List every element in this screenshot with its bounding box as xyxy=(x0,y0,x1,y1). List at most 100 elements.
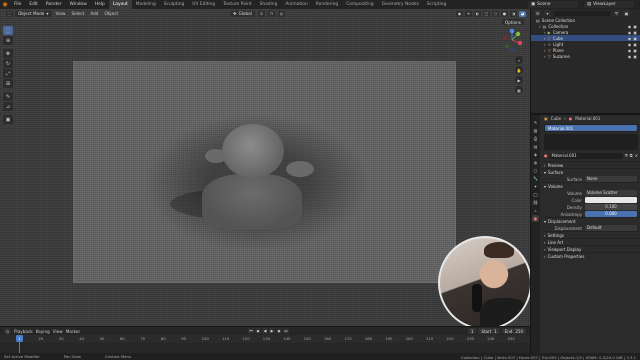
outliner-editor-type-icon[interactable]: ☰ xyxy=(534,10,541,16)
material-slot-item[interactable]: Material.001 xyxy=(545,125,637,131)
view-layer-tab-icon[interactable]: ▤ xyxy=(532,143,539,150)
color-swatch[interactable] xyxy=(585,196,637,203)
anisotropy-value[interactable]: 0.000 xyxy=(585,210,637,217)
section-line-art[interactable]: › Line Art xyxy=(541,238,640,245)
proportional-edit-icon[interactable]: ◎ xyxy=(277,10,285,17)
surface-value[interactable]: None xyxy=(585,175,637,182)
expand-chevron-icon[interactable]: › xyxy=(539,24,541,29)
material-browse-icon[interactable]: ● xyxy=(544,153,548,158)
expand-chevron-icon[interactable]: › xyxy=(544,42,546,47)
scale-tool-icon[interactable]: ⤢ xyxy=(3,69,13,78)
play-icon[interactable]: ▶ xyxy=(269,328,275,334)
object-tab-icon[interactable]: ▢ xyxy=(532,167,539,174)
xray-icon[interactable]: ▢ xyxy=(483,10,490,17)
modifier-tab-icon[interactable]: 🔧 xyxy=(532,175,539,182)
constraints-tab-icon[interactable]: ⛓ xyxy=(532,199,539,206)
menu-file[interactable]: File xyxy=(10,2,25,7)
menu-help[interactable]: Help xyxy=(91,2,109,7)
tab-layout[interactable]: Layout xyxy=(108,0,132,9)
pan-hand-icon[interactable]: ✋ xyxy=(515,66,523,74)
annotate-tool-icon[interactable]: ✎ xyxy=(3,92,13,101)
transform-tool-icon[interactable]: ⊞ xyxy=(3,79,13,88)
blender-logo-icon[interactable]: ◉ xyxy=(0,0,10,9)
move-tool-icon[interactable]: ✥ xyxy=(3,49,13,58)
render-camera-icon[interactable]: ▣ xyxy=(633,30,637,35)
options-dropdown[interactable]: Options xyxy=(501,19,524,25)
play-reverse-icon[interactable]: ◀ xyxy=(262,328,268,334)
displacement-value[interactable]: Default xyxy=(585,224,637,231)
shading-solid-icon[interactable]: ● xyxy=(501,10,508,17)
section-custom-properties[interactable]: › Custom Properties xyxy=(541,252,640,259)
material-tab-icon[interactable]: ● xyxy=(532,215,539,222)
viewport-menu-add[interactable]: Add xyxy=(88,11,100,16)
cursor-tool-icon[interactable]: ⊕ xyxy=(3,36,13,45)
particles-tab-icon[interactable]: ✦ xyxy=(532,183,539,190)
end-frame-field[interactable]: End 250 xyxy=(501,328,526,334)
eye-icon[interactable]: ◉ xyxy=(628,30,632,35)
render-camera-icon[interactable]: ▣ xyxy=(633,24,637,29)
start-frame-field[interactable]: Start 1 xyxy=(478,328,500,334)
menu-window[interactable]: Window xyxy=(66,2,91,7)
world-tab-icon[interactable]: ◍ xyxy=(532,159,539,166)
shading-wireframe-icon[interactable]: ○ xyxy=(492,10,499,17)
eye-icon[interactable]: ◉ xyxy=(628,48,632,53)
duplicate-icon[interactable]: ⧉ xyxy=(630,153,633,158)
physics-tab-icon[interactable]: ◯ xyxy=(532,191,539,198)
data-tab-icon[interactable]: ▵ xyxy=(532,207,539,214)
section-preview[interactable]: › Preview xyxy=(541,161,640,168)
jump-end-icon[interactable]: ⏭ xyxy=(283,328,289,334)
scene-tab-icon[interactable]: ◈ xyxy=(532,151,539,158)
shading-rendered-icon[interactable]: ◕ xyxy=(519,10,526,17)
timeline-ruler[interactable]: 1203040506070809010011012013014015016017… xyxy=(0,335,530,343)
tab-uv-editing[interactable]: UV Editing xyxy=(188,0,219,9)
timeline-editor[interactable]: ◷ Playback Keying View Marker ⏮ ◆ ◀ ▶ ◆ … xyxy=(0,326,530,353)
expand-chevron-icon[interactable]: › xyxy=(544,30,546,35)
expand-chevron-icon[interactable]: › xyxy=(544,48,546,53)
tab-animation[interactable]: Animation xyxy=(281,0,311,9)
perspective-grid-icon[interactable]: ▦ xyxy=(515,86,523,94)
view-layer-selector[interactable]: ▤ ViewLayer xyxy=(584,1,634,8)
tool-tab-icon[interactable]: ✎ xyxy=(532,119,539,126)
camera-view-icon[interactable]: ▶ xyxy=(515,76,523,84)
filter-icon[interactable]: ⛛ xyxy=(613,10,620,16)
tab-shading[interactable]: Shading xyxy=(256,0,282,9)
tab-compositing[interactable]: Compositing xyxy=(342,0,378,9)
next-key-icon[interactable]: ◆ xyxy=(276,328,282,334)
section-viewport-display[interactable]: › Viewport Display xyxy=(541,245,640,252)
viewport-menu-view[interactable]: View xyxy=(54,11,68,16)
render-camera-icon[interactable]: ▣ xyxy=(633,48,637,53)
section-displacement[interactable]: ▾ Displacement xyxy=(541,217,640,224)
editor-type-icon[interactable]: ⬚ xyxy=(6,10,13,17)
material-slot-list-body[interactable] xyxy=(544,134,638,150)
add-cube-tool-icon[interactable]: ▣ xyxy=(3,115,13,124)
prev-key-icon[interactable]: ◆ xyxy=(255,328,261,334)
outliner-row[interactable]: › ▽ Suzanne ◉ ▣ xyxy=(531,53,640,59)
render-camera-icon[interactable]: ▣ xyxy=(633,42,637,47)
current-frame-field[interactable]: 1 xyxy=(467,328,477,334)
rotate-tool-icon[interactable]: ↻ xyxy=(3,59,13,68)
tab-geometry-nodes[interactable]: Geometry Nodes xyxy=(378,0,423,9)
new-collection-icon[interactable]: ▣ xyxy=(623,10,630,16)
timeline-menu-playback[interactable]: Playback xyxy=(14,329,33,334)
properties-editor[interactable]: ✎ ▨ ⎙ ▤ ◈ ◍ ▢ 🔧 ✦ ◯ ⛓ ▵ ● ▣ Cube › ● Mat… xyxy=(530,113,640,355)
object-mode-dropdown[interactable]: Object Mode ▾ xyxy=(15,10,52,17)
timeline-editor-type-icon[interactable]: ◷ xyxy=(4,328,11,334)
render-camera-icon[interactable]: ▣ xyxy=(633,36,637,41)
pivot-icon[interactable]: ⊙ xyxy=(257,10,265,17)
expand-chevron-icon[interactable]: › xyxy=(544,36,546,41)
render-tab-icon[interactable]: ▨ xyxy=(532,127,539,134)
density-value[interactable]: 0.100 xyxy=(585,203,637,210)
visibility-icon[interactable]: ◉ xyxy=(456,10,463,17)
snap-icon[interactable]: ⊓ xyxy=(267,10,275,17)
volume-value[interactable]: Volume Scatter xyxy=(585,189,637,196)
transform-orientation-dropdown[interactable]: ✥ Global xyxy=(230,10,255,17)
section-settings[interactable]: › Settings xyxy=(541,231,640,238)
measure-tool-icon[interactable]: ⊿ xyxy=(3,102,13,111)
section-volume[interactable]: ▾ Volume xyxy=(541,182,640,189)
tab-rendering[interactable]: Rendering xyxy=(312,0,342,9)
eye-icon[interactable]: ◉ xyxy=(628,36,632,41)
tab-sculpting[interactable]: Sculpting xyxy=(160,0,189,9)
display-mode-icon[interactable]: ▾ xyxy=(544,10,551,16)
select-box-tool-icon[interactable]: ⬚ xyxy=(3,26,13,35)
jump-start-icon[interactable]: ⏮ xyxy=(248,328,254,334)
